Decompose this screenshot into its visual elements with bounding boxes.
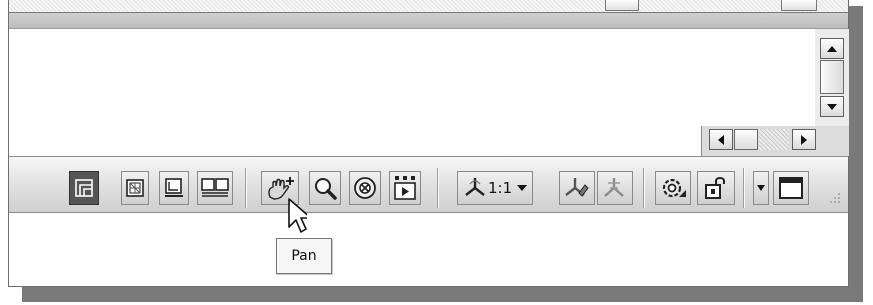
annotation-scale-dropdown[interactable]: 1:1 — [457, 171, 533, 205]
model-icon — [75, 179, 93, 197]
autoscale-icon — [604, 178, 624, 197]
command-history-area[interactable] — [9, 29, 815, 127]
horizontal-scroll-track-hatch — [759, 129, 789, 150]
clean-screen-button[interactable] — [773, 171, 809, 205]
window-shadow-right — [849, 6, 863, 302]
annotation-visibility-icon — [565, 178, 589, 197]
pan-tooltip: Pan — [276, 238, 332, 274]
toolbar-separator — [437, 168, 439, 208]
workspace-switching-button[interactable] — [655, 171, 691, 205]
horizontal-scroll-thumb[interactable] — [734, 129, 758, 150]
lock-icon — [705, 177, 725, 199]
showmotion-button[interactable] — [389, 171, 421, 205]
steering-wheel-icon — [354, 177, 376, 199]
application-window: 1:1 — [8, 0, 849, 287]
dual-view-icon — [201, 178, 229, 197]
steering-wheels-button[interactable] — [349, 171, 381, 205]
layout1-button[interactable] — [121, 171, 149, 205]
scroll-down-icon — [827, 103, 837, 110]
toolbar-separator — [245, 168, 247, 208]
resize-grip[interactable] — [821, 182, 843, 206]
toolbar-separator — [643, 168, 645, 208]
chevron-down-icon — [517, 185, 528, 191]
clean-screen-icon — [779, 177, 803, 199]
showmotion-icon — [394, 176, 416, 200]
top-strip-arrow-button[interactable] — [781, 0, 817, 11]
zoom-button[interactable] — [309, 171, 341, 205]
divider-band — [9, 13, 848, 29]
vertical-scrollbar[interactable] — [815, 29, 849, 126]
annotation-visibility-button[interactable] — [559, 171, 595, 205]
toolbar-lock-button[interactable] — [697, 171, 735, 205]
scroll-left-icon — [718, 134, 724, 145]
annotation-scale-value: 1:1 — [488, 179, 513, 197]
status-bar-menu-button[interactable] — [753, 171, 769, 205]
scroll-up-button[interactable] — [820, 38, 844, 59]
layout2-button[interactable] — [159, 171, 189, 205]
top-scroll-strip — [9, 0, 848, 13]
layout-icon — [165, 178, 183, 197]
workspace-switch-icon — [662, 178, 686, 198]
toolbar-separator — [743, 168, 745, 208]
top-strip-button[interactable] — [605, 0, 639, 11]
scroll-right-icon — [801, 134, 807, 145]
scroll-down-button[interactable] — [820, 96, 844, 117]
scroll-up-icon — [827, 45, 837, 52]
mouse-cursor-icon — [288, 198, 307, 233]
quick-view-layouts-button[interactable] — [197, 171, 233, 205]
autoscale-button[interactable] — [597, 171, 633, 205]
annotation-scale-icon — [465, 178, 485, 196]
model-button[interactable] — [69, 171, 99, 205]
resize-grip-icon — [830, 193, 840, 203]
vertical-scroll-thumb[interactable] — [820, 60, 844, 94]
scroll-left-button[interactable] — [709, 129, 733, 150]
scroll-corner — [821, 126, 849, 156]
zoom-icon — [315, 178, 337, 200]
tooltip-label: Pan — [291, 248, 317, 264]
window-shadow-bottom — [22, 287, 862, 302]
chevron-down-icon — [757, 185, 765, 191]
horizontal-scrollbar[interactable] — [701, 126, 822, 156]
scroll-right-button[interactable] — [792, 129, 816, 150]
grid-icon — [126, 179, 144, 197]
